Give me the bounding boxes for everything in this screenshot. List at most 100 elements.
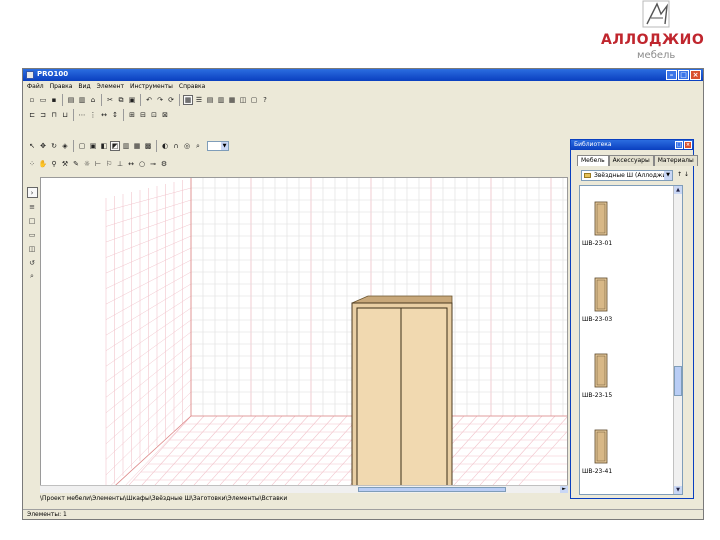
- render-icon[interactable]: ◐: [160, 141, 170, 151]
- snap-icon[interactable]: ⊡: [149, 110, 159, 120]
- same-width-icon[interactable]: ↔: [99, 110, 109, 120]
- distribute-h-icon[interactable]: ⋯: [77, 110, 87, 120]
- maximize-button[interactable]: □: [678, 70, 689, 80]
- library-close-button[interactable]: ×: [684, 141, 692, 149]
- top-view-icon[interactable]: ▣: [88, 141, 98, 151]
- horizontal-scrollbar[interactable]: ►: [40, 485, 568, 493]
- cut-icon[interactable]: ✂: [105, 95, 115, 105]
- save-icon[interactable]: ▪: [49, 95, 59, 105]
- view-grid-icon[interactable]: ▦: [183, 95, 193, 105]
- print-icon[interactable]: ▤: [66, 95, 76, 105]
- hole-icon[interactable]: ○: [137, 159, 147, 169]
- view-panels-icon[interactable]: ▥: [216, 95, 226, 105]
- box-icon[interactable]: □: [27, 215, 38, 226]
- zoom-combo[interactable]: ▼: [207, 141, 229, 151]
- copy-icon[interactable]: ⧉: [116, 95, 126, 105]
- title-bar[interactable]: PRO100 – □ ×: [23, 69, 703, 81]
- scroll-right-icon[interactable]: ►: [560, 486, 568, 493]
- menu-file[interactable]: Файл: [27, 82, 44, 92]
- menu-tools[interactable]: Инструменты: [130, 82, 173, 92]
- view-frame-icon[interactable]: ▢: [249, 95, 259, 105]
- scroll-down-icon[interactable]: ▼: [674, 486, 682, 494]
- distribute-v-icon[interactable]: ⋮: [88, 110, 98, 120]
- floor-icon[interactable]: ▦: [132, 141, 142, 151]
- align-top-icon[interactable]: ⊔: [60, 110, 70, 120]
- paint-icon[interactable]: ✎: [71, 159, 81, 169]
- expand-arrow-icon[interactable]: ›: [26, 187, 38, 198]
- rotate-icon[interactable]: ↻: [49, 141, 59, 151]
- door-icon[interactable]: ◫: [27, 243, 38, 254]
- handle-icon[interactable]: ⊸: [148, 159, 158, 169]
- open-folder-icon[interactable]: ▭: [38, 95, 48, 105]
- target-icon[interactable]: ◎: [182, 141, 192, 151]
- library-restore-button[interactable]: □: [675, 141, 683, 149]
- perspective-view-icon[interactable]: ◩: [110, 141, 120, 151]
- layers-icon[interactable]: ≡: [27, 201, 38, 212]
- library-scrollbar[interactable]: ▲ ▼: [673, 186, 682, 494]
- front-view-icon[interactable]: ▢: [77, 141, 87, 151]
- dimension-icon[interactable]: ↔: [126, 159, 136, 169]
- menu-element[interactable]: Элемент: [97, 82, 124, 92]
- grid-dots-icon[interactable]: ⁘: [27, 159, 37, 169]
- pan-icon[interactable]: ✋: [38, 159, 48, 169]
- undo-icon[interactable]: ↶: [144, 95, 154, 105]
- grid-line: [161, 415, 231, 492]
- same-height-icon[interactable]: ↕: [110, 110, 120, 120]
- view-split-icon[interactable]: ◫: [238, 95, 248, 105]
- tab-furniture[interactable]: Мебель: [577, 155, 609, 166]
- new-file-icon[interactable]: ▫: [27, 95, 37, 105]
- tab-materials[interactable]: Материалы: [653, 155, 698, 166]
- scroll-thumb[interactable]: [358, 487, 506, 492]
- side-view-icon[interactable]: ◧: [99, 141, 109, 151]
- scroll-up-icon[interactable]: ▲: [674, 186, 682, 194]
- window-controls: – □ ×: [666, 70, 701, 80]
- tab-accessories[interactable]: Аксессуары: [608, 155, 654, 166]
- light-icon[interactable]: ☼: [82, 159, 92, 169]
- minimize-button[interactable]: –: [666, 70, 677, 80]
- align-right-icon[interactable]: ⊓: [49, 110, 59, 120]
- paste-icon[interactable]: ▣: [127, 95, 137, 105]
- design-viewport[interactable]: [40, 177, 568, 493]
- align-left-icon[interactable]: ⊏: [27, 110, 37, 120]
- menu-view[interactable]: Вид: [78, 82, 90, 92]
- menu-help[interactable]: Справка: [179, 82, 205, 92]
- cube-icon[interactable]: ◈: [60, 141, 70, 151]
- drawer-icon[interactable]: ▭: [27, 229, 38, 240]
- refresh-icon[interactable]: ⟳: [166, 95, 176, 105]
- cog-icon[interactable]: ⚙: [159, 159, 169, 169]
- room-scene[interactable]: [41, 178, 568, 493]
- toolbar-separator: [179, 94, 180, 106]
- scroll-thumb[interactable]: [674, 366, 682, 396]
- ungroup-icon[interactable]: ⊟: [138, 110, 148, 120]
- library-nav-arrows[interactable]: ↑ ↓: [677, 171, 689, 178]
- eyedropper-icon[interactable]: ⚲: [49, 159, 59, 169]
- grid-line: [499, 416, 567, 492]
- close-button[interactable]: ×: [690, 70, 701, 80]
- texture-icon[interactable]: ▩: [143, 141, 153, 151]
- rotate-view-icon[interactable]: ↺: [27, 257, 38, 268]
- redo-icon[interactable]: ↷: [155, 95, 165, 105]
- align-center-icon[interactable]: ⊐: [38, 110, 48, 120]
- view-detail-icon[interactable]: ▤: [205, 95, 215, 105]
- help-icon[interactable]: ?: [260, 95, 270, 105]
- group-icon[interactable]: ⊞: [127, 110, 137, 120]
- hammer-icon[interactable]: ⚒: [60, 159, 70, 169]
- move-icon[interactable]: ✥: [38, 141, 48, 151]
- magnet-icon[interactable]: ∩: [171, 141, 181, 151]
- zoom-icon[interactable]: ⌕: [193, 141, 203, 151]
- ruler-icon[interactable]: ⊥: [115, 159, 125, 169]
- print-preview-icon[interactable]: ▥: [77, 95, 87, 105]
- toolbar-separator: [101, 94, 102, 106]
- menu-edit[interactable]: Правка: [50, 82, 73, 92]
- library-folder-select[interactable]: Звёздные Ш (Аллоджио) ▼: [581, 170, 673, 181]
- pin-icon[interactable]: ⚐: [104, 159, 114, 169]
- fit-icon[interactable]: ⊠: [160, 110, 170, 120]
- lock-icon[interactable]: ⌂: [88, 95, 98, 105]
- select-arrow-icon[interactable]: ↖: [27, 141, 37, 151]
- view-tiles-icon[interactable]: ▦: [227, 95, 237, 105]
- measure-icon[interactable]: ⊢: [93, 159, 103, 169]
- zoom-area-icon[interactable]: ⌕: [27, 271, 38, 282]
- library-title-bar[interactable]: Библиотека □ ×: [571, 140, 693, 150]
- walls-icon[interactable]: ▥: [121, 141, 131, 151]
- view-list-icon[interactable]: ☰: [194, 95, 204, 105]
